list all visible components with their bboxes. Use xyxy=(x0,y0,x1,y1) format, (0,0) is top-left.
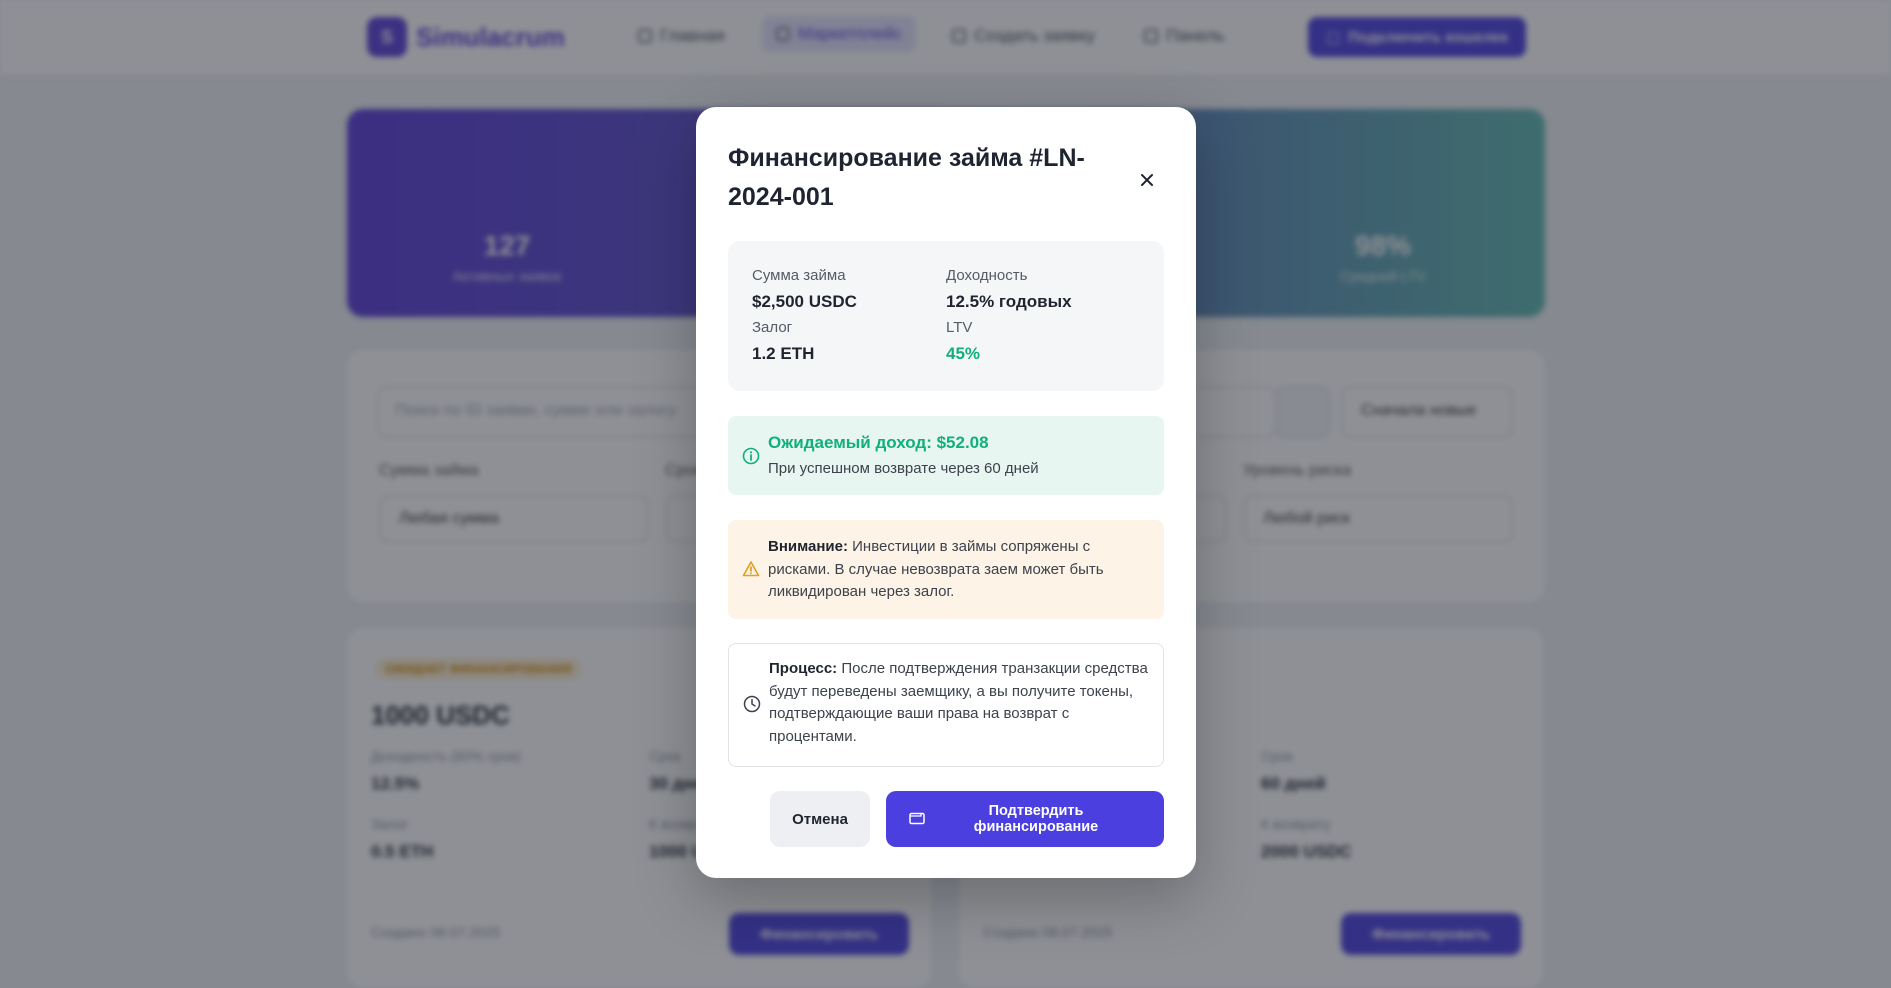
modal-title: Финансирование займа #LN-2024-001 xyxy=(728,144,1085,211)
expected-income-box: Ожидаемый доход: $52.08 При успешном воз… xyxy=(728,416,1164,495)
confirm-funding-label: Подтвердить финансирование xyxy=(973,803,1099,835)
risk-warning-text: Внимание: Инвестиции в займы сопряжены с… xyxy=(768,538,1104,600)
expected-income-title: Ожидаемый доход: $52.08 xyxy=(768,433,989,452)
collateral-label: Залог xyxy=(752,319,793,336)
close-icon xyxy=(1141,174,1153,186)
ltv-value: 45% xyxy=(946,344,981,363)
process-info-text: Процесс: После подтверждения транзакции … xyxy=(769,660,1148,745)
collateral-value: 1.2 ETH xyxy=(752,344,815,363)
loan-amount-value: $2,500 USDC xyxy=(752,292,857,311)
info-icon xyxy=(742,447,760,465)
ltv-label: LTV xyxy=(946,319,973,336)
clock-icon xyxy=(743,695,761,713)
process-info-box: Процесс: После подтверждения транзакции … xyxy=(728,643,1164,767)
loan-amount-label: Сумма займа xyxy=(752,267,846,284)
yield-value: 12.5% годовых xyxy=(946,292,1072,311)
warning-icon xyxy=(742,561,760,577)
risk-warning-box: Внимание: Инвестиции в займы сопряжены с… xyxy=(728,520,1164,619)
yield-label: Доходность xyxy=(946,267,1028,284)
loan-summary: Сумма займа $2,500 USDC Доходность 12.5%… xyxy=(728,241,1164,391)
funding-modal: Финансирование займа #LN-2024-001 Сумма … xyxy=(696,107,1196,878)
expected-income-subtitle: При успешном возврате через 60 дней xyxy=(768,460,1039,477)
cancel-button[interactable]: Отмена xyxy=(770,791,870,847)
close-button[interactable] xyxy=(1132,165,1162,195)
wallet-icon xyxy=(909,812,925,825)
confirm-funding-button[interactable]: Подтвердить финансирование xyxy=(886,791,1164,847)
